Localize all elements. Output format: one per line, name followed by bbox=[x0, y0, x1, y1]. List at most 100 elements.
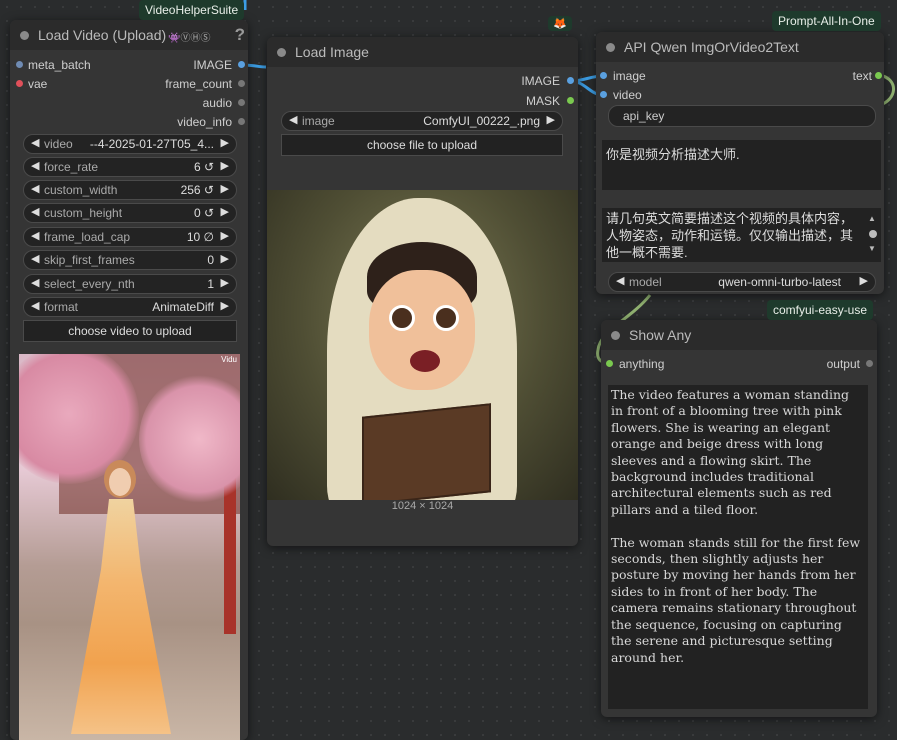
arrow-left-icon[interactable]: ◀ bbox=[31, 182, 39, 195]
text-output-dot[interactable] bbox=[875, 72, 882, 79]
load-image-title-bar[interactable]: Load Image bbox=[267, 37, 578, 67]
arrow-left-icon[interactable]: ◀ bbox=[31, 299, 39, 312]
meta-batch-input-dot[interactable] bbox=[16, 61, 23, 68]
node-title: Show Any bbox=[629, 327, 692, 343]
output-output-dot[interactable] bbox=[866, 360, 873, 367]
image-input: image bbox=[613, 69, 646, 83]
image-preview[interactable] bbox=[267, 190, 578, 500]
video-input-dot[interactable] bbox=[600, 91, 607, 98]
image-output-dot[interactable] bbox=[238, 61, 245, 68]
api-key-field[interactable]: api_key bbox=[608, 105, 876, 127]
load-image-node[interactable]: Load Image IMAGE MASK ◀ image ComfyUI_00… bbox=[267, 37, 578, 546]
audio-output-dot[interactable] bbox=[238, 99, 245, 106]
video-info-output-dot[interactable] bbox=[238, 118, 245, 125]
arrow-left-icon[interactable]: ◀ bbox=[31, 159, 39, 172]
widget-label: custom_height bbox=[44, 206, 123, 220]
arrow-left-icon[interactable]: ◀ bbox=[616, 274, 624, 287]
image-input-dot[interactable] bbox=[600, 72, 607, 79]
arrow-right-icon[interactable]: ▶ bbox=[860, 274, 868, 287]
widget-label: video bbox=[44, 137, 73, 151]
collapse-dot-icon[interactable] bbox=[20, 31, 29, 40]
arrow-right-icon[interactable]: ▶ bbox=[221, 205, 229, 218]
show-any-node[interactable]: Show Any anything output The video featu… bbox=[601, 320, 877, 717]
arrow-left-icon[interactable]: ◀ bbox=[31, 136, 39, 149]
format-widget[interactable]: ◀ format AnimateDiff ▶ bbox=[23, 297, 237, 317]
scroll-up-icon[interactable]: ▲ bbox=[868, 214, 876, 223]
widget-value: 1 bbox=[207, 277, 214, 291]
widget-label: custom_width bbox=[44, 183, 118, 197]
node-title: API Qwen ImgOrVideo2Text bbox=[624, 39, 799, 55]
arrow-left-icon[interactable]: ◀ bbox=[31, 276, 39, 289]
image-output-dot[interactable] bbox=[567, 77, 574, 84]
arrow-right-icon[interactable]: ▶ bbox=[221, 276, 229, 289]
vae-input: vae bbox=[28, 77, 48, 91]
scroll-thumb[interactable] bbox=[869, 230, 877, 238]
video-preview[interactable]: Vidu bbox=[19, 354, 240, 740]
image-output: IMAGE bbox=[521, 74, 560, 88]
custom-height-widget[interactable]: ◀ custom_height 0 ↺ ▶ bbox=[23, 203, 237, 223]
show-any-text: The video features a woman standing in f… bbox=[611, 387, 861, 665]
custom-width-widget[interactable]: ◀ custom_width 256 ↺ ▶ bbox=[23, 180, 237, 200]
api-qwen-node[interactable]: API Qwen ImgOrVideo2Text image video tex… bbox=[596, 32, 884, 294]
load-video-node[interactable]: Load Video (Upload) 👾ⓋⒽⓈ ? meta_batch va… bbox=[10, 20, 248, 740]
api-qwen-title-bar[interactable]: API Qwen ImgOrVideo2Text bbox=[596, 32, 884, 62]
arrow-left-icon[interactable]: ◀ bbox=[31, 229, 39, 242]
arrow-left-icon[interactable]: ◀ bbox=[31, 205, 39, 218]
image-output: IMAGE bbox=[193, 58, 232, 72]
widget-value: 0 ↺ bbox=[193, 206, 214, 220]
arrow-right-icon[interactable]: ▶ bbox=[221, 159, 229, 172]
arrow-right-icon[interactable]: ▶ bbox=[221, 136, 229, 149]
widget-label: format bbox=[44, 300, 79, 314]
widget-label: frame_load_cap bbox=[44, 230, 131, 244]
video-widget[interactable]: ◀ video --4-2025-01-27T05_4... ▶ bbox=[23, 134, 237, 154]
choose-video-button[interactable]: choose video to upload bbox=[23, 320, 237, 342]
collapse-dot-icon[interactable] bbox=[611, 331, 620, 340]
anything-input-dot[interactable] bbox=[606, 360, 613, 367]
woman-dress bbox=[71, 499, 171, 734]
load-video-title-bar[interactable]: Load Video (Upload) 👾ⓋⒽⓈ ? bbox=[10, 20, 248, 50]
widget-value: 6 ↺ bbox=[193, 160, 214, 174]
widget-label: model bbox=[629, 275, 662, 289]
textarea-scrollbar[interactable]: ▲ ▼ bbox=[868, 214, 878, 258]
show-any-title-bar[interactable]: Show Any bbox=[601, 320, 877, 350]
widget-value: --4-2025-01-27T05_4... bbox=[89, 137, 214, 151]
select-every-nth-widget[interactable]: ◀ select_every_nth 1 ▶ bbox=[23, 274, 237, 294]
arrow-right-icon[interactable]: ▶ bbox=[221, 182, 229, 195]
vae-input-dot[interactable] bbox=[16, 80, 23, 87]
arrow-right-icon[interactable]: ▶ bbox=[221, 229, 229, 242]
widget-value: AnimateDiff bbox=[152, 300, 214, 314]
widget-label: image bbox=[302, 114, 335, 128]
frame-count-output: frame_count bbox=[165, 77, 232, 91]
widget-value: qwen-omni-turbo-latest bbox=[718, 275, 841, 289]
video-input: video bbox=[613, 88, 642, 102]
scroll-down-icon[interactable]: ▼ bbox=[868, 244, 876, 253]
arrow-left-icon[interactable]: ◀ bbox=[31, 252, 39, 265]
collapse-dot-icon[interactable] bbox=[277, 48, 286, 57]
choose-file-button[interactable]: choose file to upload bbox=[281, 134, 563, 156]
user-prompt-textarea[interactable]: 请几句英文简要描述这个视频的具体内容，人物姿态，动作和运镜。仅仅输出描述，其他一… bbox=[602, 208, 881, 262]
arrow-right-icon[interactable]: ▶ bbox=[547, 113, 555, 126]
frame-load-cap-widget[interactable]: ◀ frame_load_cap 10 ∅ ▶ bbox=[23, 227, 237, 247]
vhs-badge-icon: 👾ⓋⒽⓈ bbox=[168, 33, 211, 44]
help-icon[interactable]: ? bbox=[235, 25, 245, 45]
widget-label: select_every_nth bbox=[44, 277, 135, 291]
force-rate-widget[interactable]: ◀ force_rate 6 ↺ ▶ bbox=[23, 157, 237, 177]
widget-value: ComfyUI_00222_.png bbox=[423, 114, 540, 128]
system-prompt-text: 你是视频分析描述大师. bbox=[606, 147, 740, 162]
arrow-right-icon[interactable]: ▶ bbox=[221, 252, 229, 265]
frame-count-output-dot[interactable] bbox=[238, 80, 245, 87]
skip-first-frames-widget[interactable]: ◀ skip_first_frames 0 ▶ bbox=[23, 250, 237, 270]
widget-value: 256 ↺ bbox=[180, 183, 214, 197]
system-prompt-textarea[interactable]: 你是视频分析描述大师. bbox=[602, 140, 881, 190]
arrow-right-icon[interactable]: ▶ bbox=[221, 299, 229, 312]
arrow-left-icon[interactable]: ◀ bbox=[289, 113, 297, 126]
mask-output-dot[interactable] bbox=[567, 97, 574, 104]
boy-face bbox=[369, 270, 475, 390]
image-widget[interactable]: ◀ image ComfyUI_00222_.png ▶ bbox=[281, 111, 563, 131]
woman-face bbox=[109, 468, 131, 496]
boy-mouth bbox=[410, 350, 440, 372]
node-title: Load Video (Upload) bbox=[38, 27, 167, 43]
collapse-dot-icon[interactable] bbox=[606, 43, 615, 52]
model-widget[interactable]: ◀ model qwen-omni-turbo-latest ▶ bbox=[608, 272, 876, 292]
show-any-textarea[interactable]: The video features a woman standing in f… bbox=[608, 385, 868, 709]
